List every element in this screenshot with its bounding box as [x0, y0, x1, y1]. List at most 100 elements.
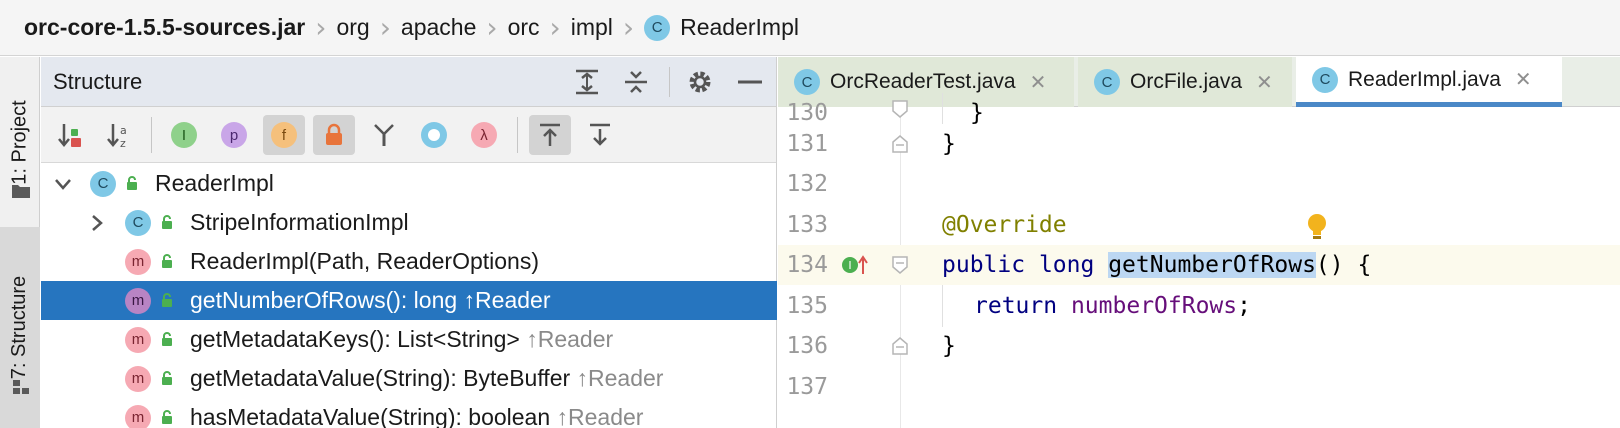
indent-guide — [942, 93, 943, 124]
header-divider — [669, 67, 670, 97]
svg-text:z: z — [120, 137, 126, 149]
class-icon: C — [90, 170, 116, 197]
code-line: 132 — [778, 164, 1620, 204]
tree-node-getnumberofrows[interactable]: m getNumberOfRows(): long ↑Reader — [41, 281, 777, 320]
inherited-from-label: ↑Reader — [463, 287, 551, 313]
keyword-long: long — [1038, 252, 1095, 278]
method-icon: m — [125, 326, 151, 353]
close-icon[interactable]: ✕ — [1515, 67, 1532, 92]
close-icon[interactable]: ✕ — [1030, 70, 1047, 95]
line-number: 132 — [786, 171, 828, 197]
collapse-all-icon[interactable] — [621, 67, 651, 97]
keyword-public: public — [942, 252, 1026, 278]
close-icon[interactable]: ✕ — [1256, 70, 1273, 95]
structure-icon — [13, 380, 29, 394]
inherited-from-label: ↑Reader — [526, 326, 614, 352]
tree-node-label: getNumberOfRows(): long — [190, 287, 458, 313]
breadcrumb-impl[interactable]: impl — [571, 0, 613, 55]
code-area[interactable]: 130 } 131 } 132 133 @Override 134 I publ… — [778, 93, 1620, 428]
breadcrumb-orc[interactable]: orc — [508, 0, 540, 55]
chevron-right-icon[interactable] — [87, 213, 107, 233]
breadcrumb-separator-icon: › — [315, 11, 327, 44]
tree-node-text: hasMetadataValue(String): boolean ↑Reade… — [190, 404, 643, 428]
show-anonymous-icon[interactable] — [363, 115, 405, 155]
public-lock-icon — [162, 293, 172, 307]
tree-node-constructor[interactable]: m ReaderImpl(Path, ReaderOptions) — [41, 242, 777, 281]
tree-node-getmetadatavalue[interactable]: m getMetadataValue(String): ByteBuffer ↑… — [41, 359, 777, 398]
method-name-highlight: getNumberOfRows — [1108, 252, 1316, 278]
tree-node-label: hasMetadataValue(String): boolean — [190, 404, 551, 428]
breadcrumb-separator-icon: › — [486, 11, 498, 44]
structure-tree: C ReaderImpl C StripeInformationImpl m R… — [41, 164, 777, 428]
tree-node-label: StripeInformationImpl — [190, 209, 409, 235]
tree-node-label: ReaderImpl(Path, ReaderOptions) — [190, 248, 539, 274]
breadcrumb-separator-icon: › — [622, 11, 635, 44]
show-lambdas-icon[interactable]: λ — [463, 115, 505, 155]
sort-by-visibility-icon[interactable] — [49, 115, 91, 155]
autoscroll-to-source-icon[interactable] — [529, 115, 571, 155]
svg-text:a: a — [120, 124, 127, 137]
class-icon: C — [1094, 69, 1120, 95]
code-line: 137 — [778, 367, 1620, 407]
breadcrumb-separator-icon: › — [549, 11, 561, 44]
chevron-down-icon[interactable] — [53, 174, 73, 194]
code-line: 135 return numberOfRows; — [778, 286, 1620, 326]
show-non-public-icon[interactable] — [313, 115, 355, 155]
line-number: 135 — [786, 293, 828, 319]
public-lock-icon — [162, 215, 172, 229]
interface-badge: I — [171, 122, 197, 148]
structure-header: Structure — [41, 57, 776, 107]
minimize-icon[interactable] — [735, 67, 765, 97]
implements-badge: I — [842, 257, 858, 273]
method-icon: m — [125, 248, 151, 275]
tree-node-hasmetadatavalue[interactable]: m hasMetadataValue(String): boolean ↑Rea… — [41, 398, 777, 428]
tree-node-text: getNumberOfRows(): long ↑Reader — [190, 287, 550, 314]
breadcrumb-readerimpl-label: ReaderImpl — [680, 14, 799, 40]
breadcrumb-jar[interactable]: orc-core-1.5.5-sources.jar — [24, 0, 305, 55]
implements-marker-icon[interactable]: I — [842, 255, 868, 275]
fold-end-icon[interactable] — [890, 336, 910, 356]
sort-alphabetically-icon[interactable]: az — [98, 115, 140, 155]
fold-end-icon[interactable] — [890, 134, 910, 154]
show-properties-icon[interactable]: p — [213, 115, 255, 155]
fold-start-icon[interactable] — [890, 255, 910, 275]
tab-label: OrcReaderTest.java — [830, 70, 1016, 93]
inherited-from-label: ↑Reader — [556, 404, 644, 428]
tool-window-strip: 1: Project 7: Structure — [0, 57, 40, 428]
code-text: public long getNumberOfRows() { — [942, 252, 1371, 278]
keyword-return: return — [974, 293, 1058, 319]
method-icon: m — [125, 287, 151, 314]
tree-node-getmetadatakeys[interactable]: m getMetadataKeys(): List<String> ↑Reade… — [41, 320, 777, 359]
class-icon: C — [794, 69, 820, 95]
public-lock-icon — [127, 176, 137, 190]
expand-all-icon[interactable] — [572, 67, 602, 97]
breadcrumb-readerimpl[interactable]: C ReaderImpl — [644, 0, 799, 55]
autoscroll-from-source-icon[interactable] — [579, 115, 621, 155]
tree-node-stripeinformationimpl[interactable]: C StripeInformationImpl — [41, 203, 777, 242]
tree-node-readerimpl[interactable]: C ReaderImpl — [41, 164, 777, 203]
class-icon: C — [1312, 66, 1338, 93]
tool-tab-structure-label: 7: Structure — [8, 275, 31, 380]
breadcrumb-org[interactable]: org — [336, 0, 369, 55]
fold-marker-icon[interactable] — [890, 99, 910, 119]
class-icon: C — [125, 209, 151, 236]
tool-tab-project-label: 1: Project — [8, 99, 31, 185]
public-lock-icon — [162, 254, 172, 268]
show-fields-icon[interactable]: f — [263, 115, 305, 155]
tree-node-text: getMetadataValue(String): ByteBuffer ↑Re… — [190, 365, 663, 392]
show-inherited-icon[interactable]: I — [163, 115, 205, 155]
lightbulb-icon[interactable] — [1306, 213, 1328, 241]
code-punctuation: ; — [1237, 293, 1251, 319]
tool-tab-structure[interactable]: 7: Structure — [0, 227, 40, 428]
tree-node-text: getMetadataKeys(): List<String> ↑Reader — [190, 326, 613, 353]
property-badge: p — [221, 122, 247, 148]
breadcrumb-apache[interactable]: apache — [401, 0, 476, 55]
gear-icon[interactable] — [685, 67, 715, 97]
folder-icon — [12, 185, 30, 198]
breadcrumb-separator-icon: › — [379, 11, 391, 44]
tab-label: ReaderImpl.java — [1348, 67, 1501, 91]
tree-node-label: getMetadataKeys(): List<String> — [190, 326, 520, 352]
show-lambdas-ring-icon[interactable] — [413, 115, 455, 155]
class-icon: C — [644, 14, 671, 41]
code-line: 133 @Override — [778, 205, 1620, 245]
